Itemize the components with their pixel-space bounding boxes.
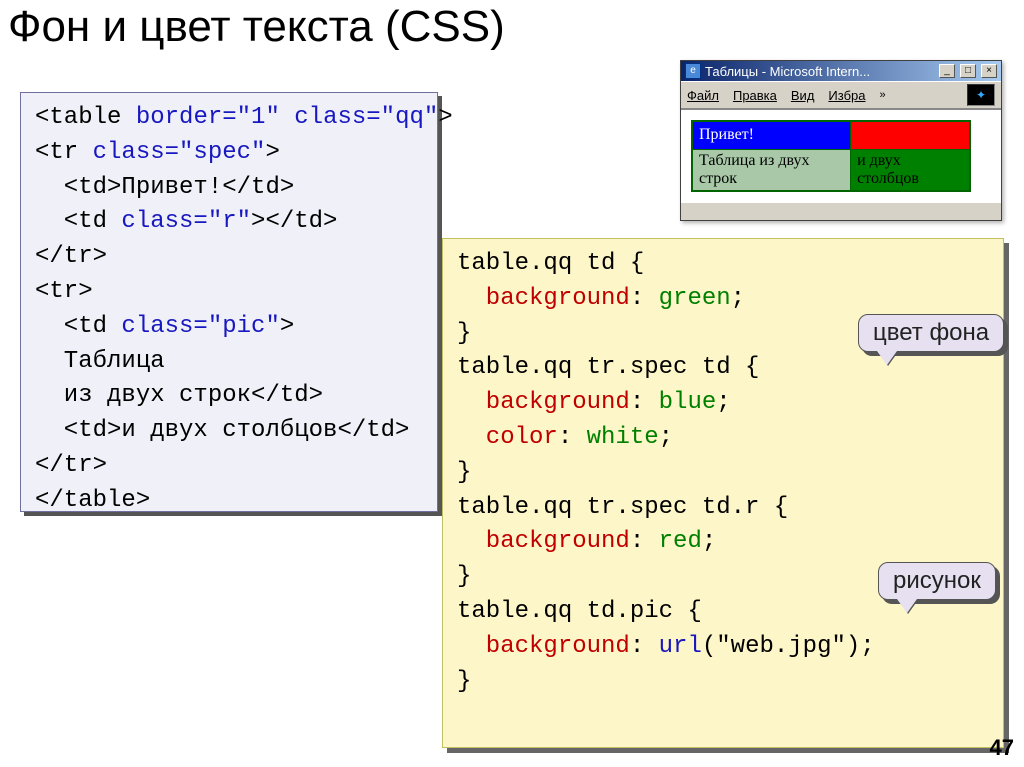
cell-hello: Привет!: [692, 121, 851, 149]
code: border="1": [136, 104, 280, 131]
code: <td>и двух столбцов</td>: [35, 417, 409, 444]
menubar: Файл Правка Вид Избра » ✦: [681, 81, 1001, 109]
code: <table: [35, 104, 136, 131]
code: table.qq tr.spec td.r {: [457, 494, 788, 521]
code: </tr>: [35, 452, 107, 479]
code: >: [265, 139, 279, 166]
code: <td: [35, 208, 121, 235]
code: :: [630, 633, 659, 660]
page-number: 47: [990, 735, 1014, 761]
slide-title: Фон и цвет текста (CSS): [0, 0, 1024, 54]
code: </table>: [35, 487, 150, 514]
code: ;: [716, 389, 730, 416]
code: background: [457, 633, 630, 660]
callout-background-color: цвет фона: [858, 314, 1004, 352]
code: :: [558, 424, 587, 451]
ie-throbber-icon: ✦: [967, 84, 995, 106]
code: Таблица: [35, 348, 165, 375]
code: ;: [702, 528, 716, 555]
code: ;: [731, 285, 745, 312]
browser-viewport: Привет! Таблица из двух строк и двух сто…: [681, 109, 1001, 202]
demo-table: Привет! Таблица из двух строк и двух сто…: [691, 120, 971, 192]
code: ("web.jpg");: [702, 633, 875, 660]
menu-view[interactable]: Вид: [791, 88, 815, 103]
table-row: Таблица из двух строк и двух столбцов: [692, 149, 970, 191]
menu-edit[interactable]: Правка: [733, 88, 777, 103]
html-code-block: <table border="1" class="qq"> <tr class=…: [20, 92, 438, 512]
code: table.qq tr.spec td {: [457, 354, 759, 381]
code: color: [457, 424, 558, 451]
minimize-button[interactable]: _: [939, 64, 955, 78]
ie-icon: e: [685, 63, 701, 79]
code: blue: [659, 389, 717, 416]
code: green: [659, 285, 731, 312]
titlebar[interactable]: e Таблицы - Microsoft Intern... _ □ ×: [681, 61, 1001, 81]
code: background: [457, 285, 630, 312]
code: >: [438, 104, 452, 131]
code: ></td>: [251, 208, 337, 235]
code: table.qq td.pic {: [457, 598, 702, 625]
code: <tr: [35, 139, 93, 166]
code: class="pic": [121, 313, 279, 340]
code: <tr>: [35, 278, 93, 305]
code: :: [630, 285, 659, 312]
code: <td>Привет!</td>: [35, 174, 294, 201]
cell-green: и двух столбцов: [851, 149, 970, 191]
code: class="qq": [280, 104, 438, 131]
window-title: Таблицы - Microsoft Intern...: [705, 64, 934, 79]
code: background: [457, 528, 630, 555]
code: url: [659, 633, 702, 660]
code: red: [659, 528, 702, 555]
table-row: Привет!: [692, 121, 970, 149]
menu-favorites[interactable]: Избра: [828, 88, 865, 103]
cell-pic: Таблица из двух строк: [692, 149, 851, 191]
code: white: [587, 424, 659, 451]
code: table.qq td {: [457, 250, 644, 277]
code: :: [630, 389, 659, 416]
code: }: [457, 320, 471, 347]
code: }: [457, 668, 471, 695]
code: из двух строк</td>: [35, 382, 323, 409]
code: :: [630, 528, 659, 555]
code: }: [457, 563, 471, 590]
code: ;: [659, 424, 673, 451]
code: </tr>: [35, 243, 107, 270]
code: >: [280, 313, 294, 340]
close-button[interactable]: ×: [981, 64, 997, 78]
maximize-button[interactable]: □: [960, 64, 976, 78]
menu-file[interactable]: Файл: [687, 88, 719, 103]
code: }: [457, 459, 471, 486]
browser-window: e Таблицы - Microsoft Intern... _ □ × Фа…: [680, 60, 1002, 221]
code: background: [457, 389, 630, 416]
code: class="spec": [93, 139, 266, 166]
callout-image: рисунок: [878, 562, 996, 600]
statusbar: [681, 202, 1001, 220]
chevron-icon[interactable]: »: [880, 89, 886, 101]
code: <td: [35, 313, 121, 340]
code: class="r": [121, 208, 251, 235]
cell-red: [851, 121, 970, 149]
